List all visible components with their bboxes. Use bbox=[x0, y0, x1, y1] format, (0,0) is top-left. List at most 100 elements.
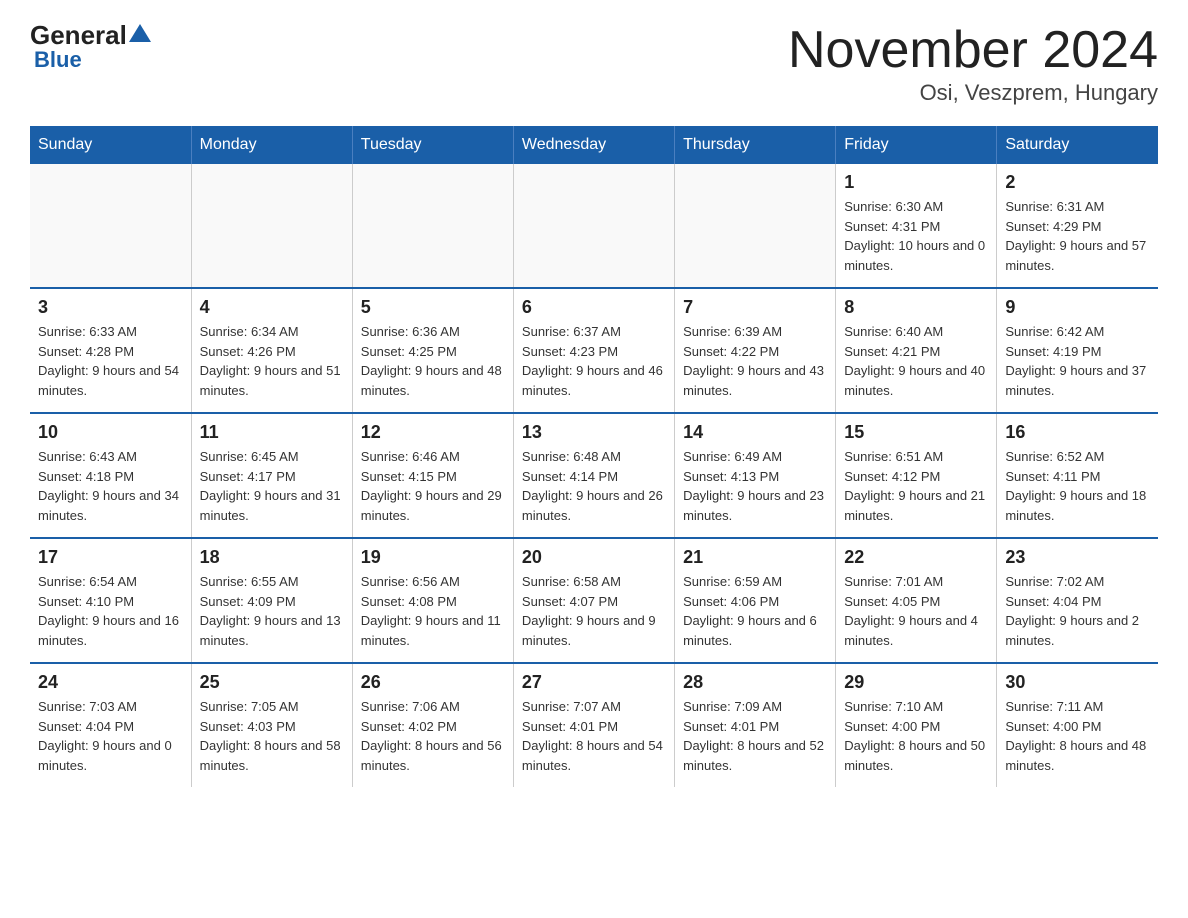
calendar-cell: 6Sunrise: 6:37 AMSunset: 4:23 PMDaylight… bbox=[513, 288, 674, 413]
day-number: 13 bbox=[522, 422, 666, 443]
day-number: 2 bbox=[1005, 172, 1150, 193]
day-number: 7 bbox=[683, 297, 827, 318]
calendar-cell: 28Sunrise: 7:09 AMSunset: 4:01 PMDayligh… bbox=[675, 663, 836, 787]
day-info: Sunrise: 6:59 AMSunset: 4:06 PMDaylight:… bbox=[683, 572, 827, 650]
calendar-cell: 7 Sunrise: 6:39 AMSunset: 4:22 PMDaylight… bbox=[675, 288, 836, 413]
page-header: General Blue November 2024 Osi, Veszprem… bbox=[30, 20, 1158, 106]
title-section: November 2024 Osi, Veszprem, Hungary bbox=[788, 20, 1158, 106]
day-info: Sunrise: 6:37 AMSunset: 4:23 PMDaylight:… bbox=[522, 322, 666, 400]
day-number: 24 bbox=[38, 672, 183, 693]
day-number: 16 bbox=[1005, 422, 1150, 443]
calendar-cell bbox=[513, 164, 674, 288]
day-number: 12 bbox=[361, 422, 505, 443]
day-info: Sunrise: 7:05 AMSunset: 4:03 PMDaylight:… bbox=[200, 697, 344, 775]
calendar-cell bbox=[675, 164, 836, 288]
logo-blue-text: Blue bbox=[34, 47, 82, 73]
calendar-table: SundayMondayTuesdayWednesdayThursdayFrid… bbox=[30, 126, 1158, 787]
day-info: Sunrise: 7:11 AMSunset: 4:00 PMDaylight:… bbox=[1005, 697, 1150, 775]
calendar-cell: 5 Sunrise: 6:36 AMSunset: 4:25 PMDaylight… bbox=[352, 288, 513, 413]
day-info: Sunrise: 6:30 AMSunset: 4:31 PMDaylight:… bbox=[844, 197, 988, 275]
weekday-header-friday: Friday bbox=[836, 126, 997, 164]
calendar-cell: 11 Sunrise: 6:45 AMSunset: 4:17 PMDayligh… bbox=[191, 413, 352, 538]
calendar-cell: 12 Sunrise: 6:46 AMSunset: 4:15 PMDayligh… bbox=[352, 413, 513, 538]
day-info: Sunrise: 6:34 AMSunset: 4:26 PMDaylight:… bbox=[200, 322, 344, 400]
weekday-header-row: SundayMondayTuesdayWednesdayThursdayFrid… bbox=[30, 126, 1158, 164]
calendar-cell: 26 Sunrise: 7:06 AMSunset: 4:02 PMDayligh… bbox=[352, 663, 513, 787]
calendar-week-row: 3 Sunrise: 6:33 AMSunset: 4:28 PMDaylight… bbox=[30, 288, 1158, 413]
weekday-header-saturday: Saturday bbox=[997, 126, 1158, 164]
day-number: 5 bbox=[361, 297, 505, 318]
day-number: 26 bbox=[361, 672, 505, 693]
day-number: 15 bbox=[844, 422, 988, 443]
calendar-cell: 13 Sunrise: 6:48 AMSunset: 4:14 PMDayligh… bbox=[513, 413, 674, 538]
day-info: Sunrise: 7:07 AMSunset: 4:01 PMDaylight:… bbox=[522, 697, 666, 775]
calendar-cell: 3 Sunrise: 6:33 AMSunset: 4:28 PMDaylight… bbox=[30, 288, 191, 413]
day-number: 14 bbox=[683, 422, 827, 443]
calendar-cell bbox=[30, 164, 191, 288]
day-info: Sunrise: 6:49 AMSunset: 4:13 PMDaylight:… bbox=[683, 447, 827, 525]
day-number: 27 bbox=[522, 672, 666, 693]
calendar-cell: 23 Sunrise: 7:02 AMSunset: 4:04 PMDayligh… bbox=[997, 538, 1158, 663]
calendar-cell: 29 Sunrise: 7:10 AMSunset: 4:00 PMDayligh… bbox=[836, 663, 997, 787]
day-info: Sunrise: 6:36 AMSunset: 4:25 PMDaylight:… bbox=[361, 322, 505, 400]
day-info: Sunrise: 7:06 AMSunset: 4:02 PMDaylight:… bbox=[361, 697, 505, 775]
day-info: Sunrise: 6:39 AMSunset: 4:22 PMDaylight:… bbox=[683, 322, 827, 400]
day-info: Sunrise: 6:48 AMSunset: 4:14 PMDaylight:… bbox=[522, 447, 666, 525]
calendar-cell: 10 Sunrise: 6:43 AMSunset: 4:18 PMDayligh… bbox=[30, 413, 191, 538]
day-number: 22 bbox=[844, 547, 988, 568]
day-info: Sunrise: 6:43 AMSunset: 4:18 PMDaylight:… bbox=[38, 447, 183, 525]
day-number: 11 bbox=[200, 422, 344, 443]
calendar-cell bbox=[191, 164, 352, 288]
day-info: Sunrise: 7:10 AMSunset: 4:00 PMDaylight:… bbox=[844, 697, 988, 775]
day-info: Sunrise: 6:58 AMSunset: 4:07 PMDaylight:… bbox=[522, 572, 666, 650]
day-number: 10 bbox=[38, 422, 183, 443]
calendar-cell: 24 Sunrise: 7:03 AMSunset: 4:04 PMDayligh… bbox=[30, 663, 191, 787]
calendar-cell: 8 Sunrise: 6:40 AMSunset: 4:21 PMDaylight… bbox=[836, 288, 997, 413]
calendar-cell: 15 Sunrise: 6:51 AMSunset: 4:12 PMDayligh… bbox=[836, 413, 997, 538]
calendar-week-row: 1 Sunrise: 6:30 AMSunset: 4:31 PMDaylight… bbox=[30, 164, 1158, 288]
day-info: Sunrise: 6:55 AMSunset: 4:09 PMDaylight:… bbox=[200, 572, 344, 650]
day-info: Sunrise: 6:31 AMSunset: 4:29 PMDaylight:… bbox=[1005, 197, 1150, 275]
calendar-cell: 14 Sunrise: 6:49 AMSunset: 4:13 PMDayligh… bbox=[675, 413, 836, 538]
day-number: 19 bbox=[361, 547, 505, 568]
day-info: Sunrise: 6:33 AMSunset: 4:28 PMDaylight:… bbox=[38, 322, 183, 400]
weekday-header-thursday: Thursday bbox=[675, 126, 836, 164]
day-number: 29 bbox=[844, 672, 988, 693]
calendar-subtitle: Osi, Veszprem, Hungary bbox=[788, 80, 1158, 106]
day-number: 20 bbox=[522, 547, 666, 568]
calendar-cell: 4 Sunrise: 6:34 AMSunset: 4:26 PMDaylight… bbox=[191, 288, 352, 413]
day-number: 4 bbox=[200, 297, 344, 318]
calendar-week-row: 24 Sunrise: 7:03 AMSunset: 4:04 PMDayligh… bbox=[30, 663, 1158, 787]
day-info: Sunrise: 6:45 AMSunset: 4:17 PMDaylight:… bbox=[200, 447, 344, 525]
calendar-title: November 2024 bbox=[788, 20, 1158, 80]
calendar-cell: 25 Sunrise: 7:05 AMSunset: 4:03 PMDayligh… bbox=[191, 663, 352, 787]
day-number: 1 bbox=[844, 172, 988, 193]
calendar-week-row: 10 Sunrise: 6:43 AMSunset: 4:18 PMDayligh… bbox=[30, 413, 1158, 538]
day-info: Sunrise: 7:03 AMSunset: 4:04 PMDaylight:… bbox=[38, 697, 183, 775]
calendar-cell: 22 Sunrise: 7:01 AMSunset: 4:05 PMDayligh… bbox=[836, 538, 997, 663]
day-number: 9 bbox=[1005, 297, 1150, 318]
weekday-header-monday: Monday bbox=[191, 126, 352, 164]
calendar-cell: 2 Sunrise: 6:31 AMSunset: 4:29 PMDaylight… bbox=[997, 164, 1158, 288]
weekday-header-wednesday: Wednesday bbox=[513, 126, 674, 164]
calendar-cell: 9Sunrise: 6:42 AMSunset: 4:19 PMDaylight… bbox=[997, 288, 1158, 413]
logo-triangle-icon bbox=[129, 22, 151, 44]
day-info: Sunrise: 7:02 AMSunset: 4:04 PMDaylight:… bbox=[1005, 572, 1150, 650]
calendar-cell: 21Sunrise: 6:59 AMSunset: 4:06 PMDayligh… bbox=[675, 538, 836, 663]
day-info: Sunrise: 7:09 AMSunset: 4:01 PMDaylight:… bbox=[683, 697, 827, 775]
day-number: 25 bbox=[200, 672, 344, 693]
calendar-cell: 1 Sunrise: 6:30 AMSunset: 4:31 PMDaylight… bbox=[836, 164, 997, 288]
day-info: Sunrise: 6:51 AMSunset: 4:12 PMDaylight:… bbox=[844, 447, 988, 525]
calendar-cell: 17Sunrise: 6:54 AMSunset: 4:10 PMDayligh… bbox=[30, 538, 191, 663]
day-number: 3 bbox=[38, 297, 183, 318]
day-number: 8 bbox=[844, 297, 988, 318]
calendar-cell: 27 Sunrise: 7:07 AMSunset: 4:01 PMDayligh… bbox=[513, 663, 674, 787]
day-info: Sunrise: 6:52 AMSunset: 4:11 PMDaylight:… bbox=[1005, 447, 1150, 525]
day-number: 23 bbox=[1005, 547, 1150, 568]
day-info: Sunrise: 6:46 AMSunset: 4:15 PMDaylight:… bbox=[361, 447, 505, 525]
calendar-week-row: 17Sunrise: 6:54 AMSunset: 4:10 PMDayligh… bbox=[30, 538, 1158, 663]
weekday-header-tuesday: Tuesday bbox=[352, 126, 513, 164]
day-info: Sunrise: 7:01 AMSunset: 4:05 PMDaylight:… bbox=[844, 572, 988, 650]
day-info: Sunrise: 6:40 AMSunset: 4:21 PMDaylight:… bbox=[844, 322, 988, 400]
day-number: 30 bbox=[1005, 672, 1150, 693]
